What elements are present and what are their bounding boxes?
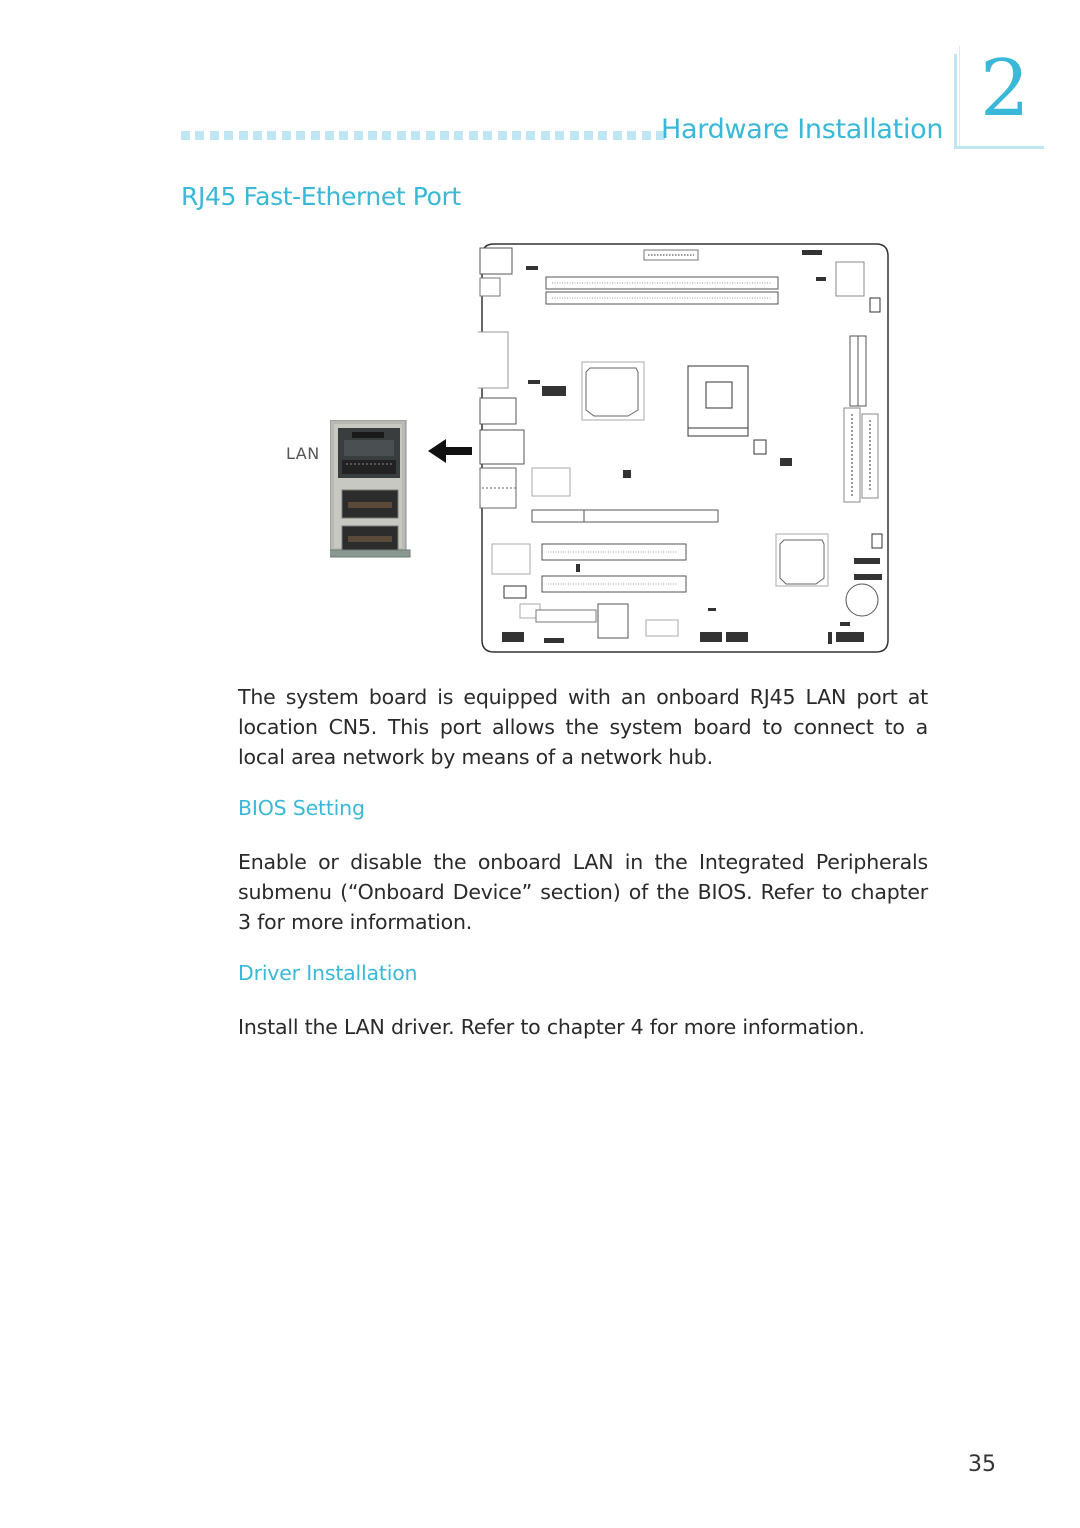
dimm-slots: [545, 276, 779, 305]
system-board-diagram: [478, 243, 889, 653]
header-dot: [641, 131, 651, 140]
header-dot: [483, 131, 493, 140]
header-dot: [353, 131, 363, 140]
cpu-socket: [687, 365, 749, 437]
header-dot: [526, 131, 536, 140]
header-dot: [425, 131, 435, 140]
bios-setting-paragraph: Enable or disable the onboard LAN in the…: [238, 850, 928, 934]
left-arrow-icon: [428, 439, 472, 463]
header-dot: [396, 131, 406, 140]
header-dot: [497, 131, 507, 140]
header-dot: [598, 131, 608, 140]
header-dot: [411, 131, 421, 140]
header-dot: [238, 131, 248, 140]
header-dot: [511, 131, 521, 140]
usb-port-1: [341, 489, 399, 519]
lan-port-label: LAN: [286, 444, 320, 463]
header-dot: [540, 131, 550, 140]
lan-connector: [479, 429, 525, 465]
driver-installation-paragraph: Install the LAN driver. Refer to chapter…: [238, 1015, 865, 1039]
header-dot: [209, 131, 219, 140]
cmos-battery: [845, 583, 879, 617]
header-dot: [310, 131, 320, 140]
header-dot: [252, 131, 262, 140]
vga-serial-connector: [478, 331, 509, 389]
header-dot: [627, 131, 637, 140]
header-dot: [612, 131, 622, 140]
header-dot: [440, 131, 450, 140]
header-dot: [224, 131, 234, 140]
pci-slots: [541, 543, 687, 593]
chapter-number: 2: [980, 44, 1030, 134]
bios-setting-heading: BIOS Setting: [238, 796, 365, 820]
header-dot: [583, 131, 593, 140]
header-dot: [181, 131, 190, 140]
header-dot-rule: [181, 131, 665, 140]
agp-slot: [531, 509, 719, 523]
header-dot: [296, 131, 306, 140]
header-dot: [368, 131, 378, 140]
header-dot: [382, 131, 392, 140]
header-dot: [339, 131, 349, 140]
north-bridge-chip: [581, 361, 645, 421]
driver-installation-heading: Driver Installation: [238, 961, 418, 985]
header-dot: [468, 131, 478, 140]
header-dot: [555, 131, 565, 140]
header-dot: [569, 131, 579, 140]
ps2-connector: [479, 247, 513, 275]
header-dot: [324, 131, 334, 140]
header-dot: [267, 131, 277, 140]
south-bridge-chip: [775, 533, 829, 587]
intro-paragraph: The system board is equipped with an onb…: [238, 685, 928, 769]
atx-power-connector: [849, 335, 867, 407]
page-number: 35: [968, 1452, 996, 1477]
rj45-usb-port-photo: [330, 420, 411, 558]
header-dot: [454, 131, 464, 140]
usb-port-2: [341, 525, 399, 551]
section-title: RJ45 Fast-Ethernet Port: [181, 182, 461, 211]
chapter-title: Hardware Installation: [661, 114, 944, 145]
header-dot: [195, 131, 205, 140]
header-dot: [281, 131, 291, 140]
rj45-jack: [338, 428, 400, 478]
usb-connector: [479, 397, 517, 425]
